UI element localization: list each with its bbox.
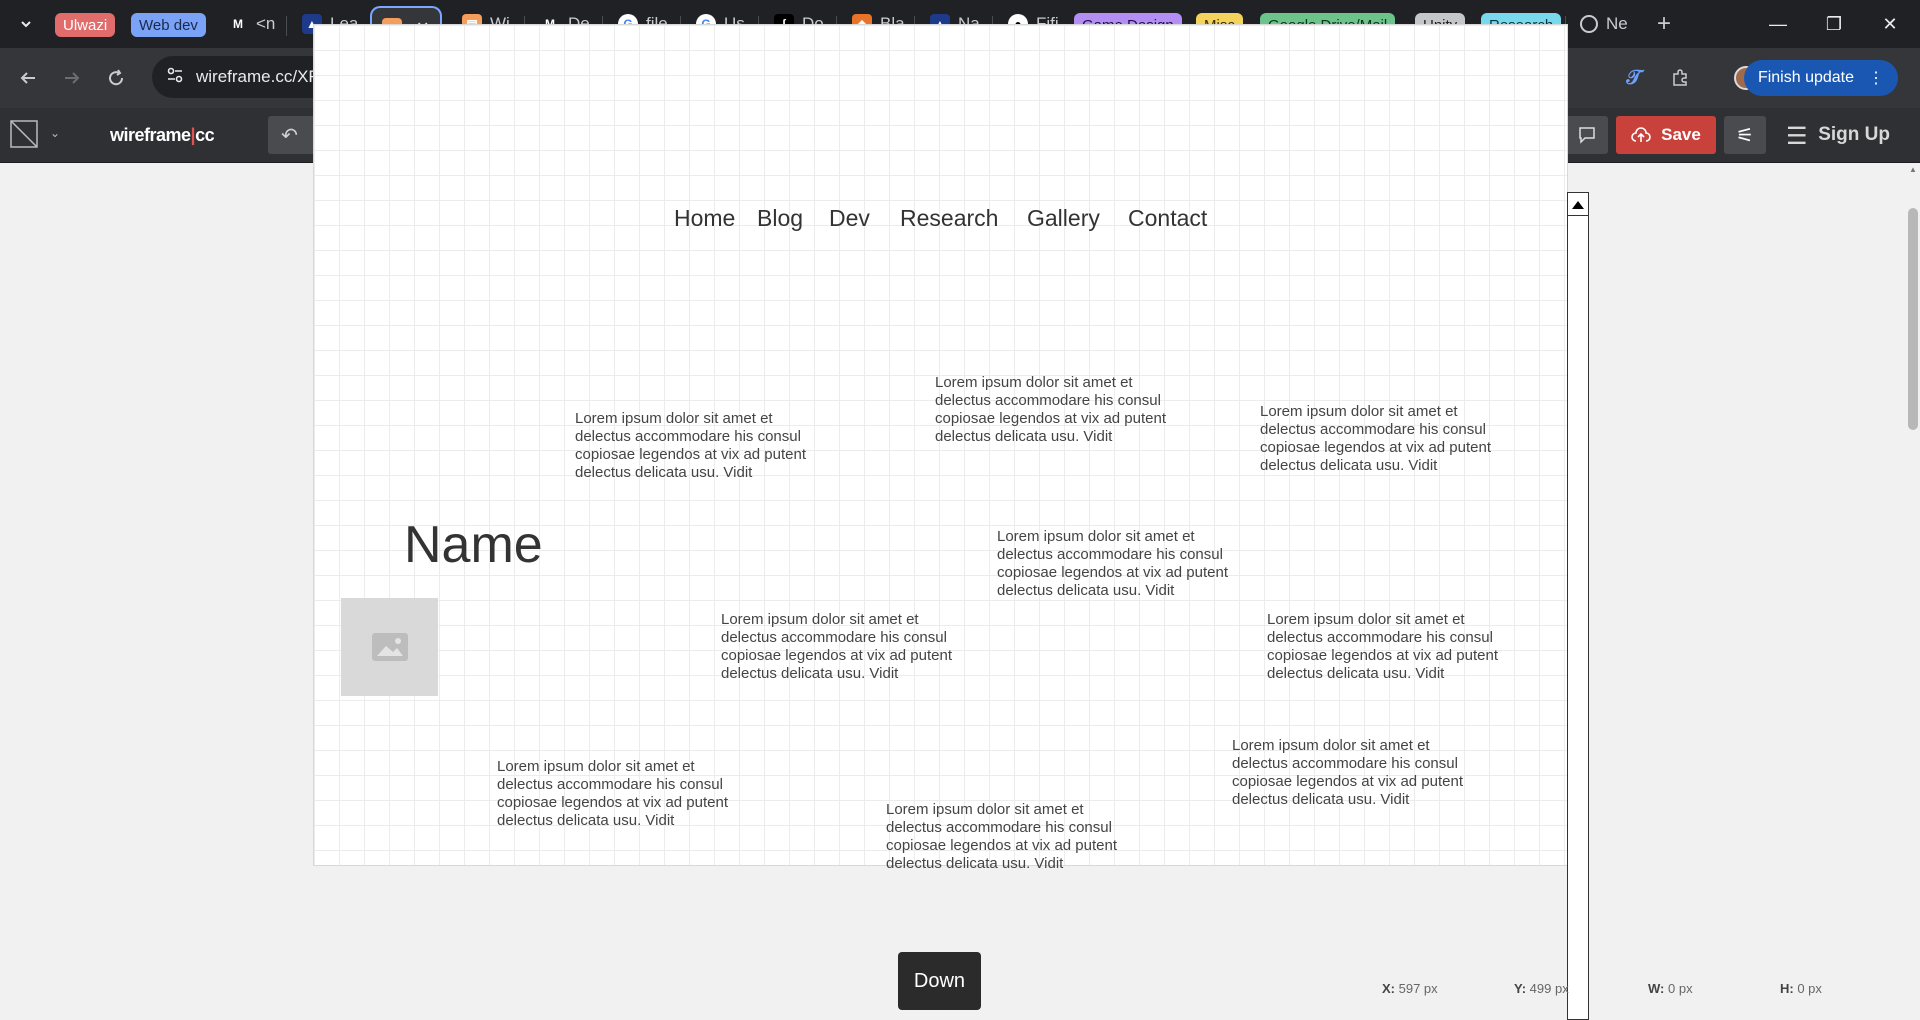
w-label: W:: [1648, 981, 1665, 996]
comment-icon: [1579, 127, 1595, 144]
wire-paragraph[interactable]: Lorem ipsum dolor sit amet et delectus a…: [886, 801, 1136, 873]
back-icon[interactable]: [10, 60, 46, 96]
close-window-icon[interactable]: ✕: [1862, 0, 1918, 48]
scroll-up-arrow-icon: [1572, 201, 1584, 209]
restore-icon[interactable]: ❐: [1806, 0, 1862, 48]
logo-text-suffix: cc: [195, 125, 215, 145]
wire-paragraph[interactable]: Lorem ipsum dolor sit amet et delectus a…: [997, 528, 1247, 600]
wire-paragraph[interactable]: Lorem ipsum dolor sit amet et delectus a…: [1260, 403, 1510, 475]
wire-nav-dev[interactable]: Dev: [829, 205, 870, 232]
wire-down-button[interactable]: Down: [898, 952, 981, 1010]
wire-paragraph[interactable]: Lorem ipsum dolor sit amet et delectus a…: [575, 410, 825, 482]
medium-icon: M: [233, 17, 243, 31]
browser-scrollbar[interactable]: ▲: [1906, 163, 1920, 1020]
x-value: 597 px: [1398, 981, 1438, 996]
wire-paragraph[interactable]: Lorem ipsum dolor sit amet et delectus a…: [1267, 611, 1517, 683]
logo-text: wireframe: [110, 125, 191, 145]
wire-paragraph[interactable]: Lorem ipsum dolor sit amet et delectus a…: [497, 758, 747, 830]
wire-paragraph[interactable]: Lorem ipsum dolor sit amet et delectus a…: [721, 611, 971, 683]
scroll-thumb[interactable]: [1908, 208, 1918, 430]
image-icon: [371, 633, 408, 661]
app-logo[interactable]: wireframe|cc: [110, 125, 215, 146]
scroll-up-icon[interactable]: ▲: [1909, 165, 1917, 174]
stencil-picker-icon[interactable]: [10, 120, 38, 148]
settings-sliders-button[interactable]: ⚟: [1724, 116, 1766, 154]
y-value: 499 px: [1529, 981, 1569, 996]
sign-up-link[interactable]: Sign Up: [1818, 124, 1890, 146]
extension-icon[interactable]: 𝒯: [1616, 60, 1652, 96]
wire-image-placeholder[interactable]: [341, 598, 438, 696]
h-label: H:: [1780, 981, 1794, 996]
more-menu-icon[interactable]: ⋮: [1868, 68, 1884, 88]
wire-nav-research[interactable]: Research: [900, 205, 998, 232]
y-label: Y:: [1514, 981, 1527, 996]
x-label: X:: [1382, 981, 1395, 996]
tab-search-icon[interactable]: [8, 6, 44, 42]
save-button[interactable]: Save: [1616, 116, 1716, 154]
tab-ne[interactable]: Ne: [1570, 6, 1652, 42]
site-info-icon[interactable]: [166, 66, 184, 89]
cloud-upload-icon: [1631, 127, 1651, 142]
coordinates-bar: X: 597 px Y: 499 px W: 0 px H: 0 px: [1370, 976, 1910, 1000]
wire-nav-home[interactable]: Home: [674, 205, 735, 232]
chrome-icon: [1580, 15, 1598, 33]
new-tab-icon[interactable]: +: [1646, 6, 1682, 42]
save-label: Save: [1661, 125, 1701, 144]
tab-label: <n: [256, 14, 276, 33]
finish-update-button[interactable]: Finish update ⋮: [1743, 60, 1898, 96]
tab-group-ulwazi[interactable]: Ulwazi: [55, 13, 116, 37]
chevron-down-icon[interactable]: ⌄: [50, 126, 60, 140]
wire-paragraph[interactable]: Lorem ipsum dolor sit amet et delectus a…: [1232, 737, 1482, 809]
extensions-puzzle-icon[interactable]: [1662, 60, 1698, 96]
wire-nav-contact[interactable]: Contact: [1128, 205, 1207, 232]
sliders-icon: ⚟: [1736, 124, 1754, 147]
tab-label: Ne: [1606, 14, 1628, 33]
wire-name-heading[interactable]: Name: [404, 515, 543, 575]
wire-nav-blog[interactable]: Blog: [757, 205, 803, 232]
finish-update-label: Finish update: [1757, 69, 1854, 86]
wire-paragraph[interactable]: Lorem ipsum dolor sit amet et delectus a…: [935, 374, 1185, 446]
hamburger-menu-icon[interactable]: ☰: [1786, 122, 1808, 151]
h-value: 0 px: [1797, 981, 1822, 996]
comment-button[interactable]: [1566, 116, 1608, 154]
undo-icon[interactable]: ↶: [268, 116, 311, 154]
reload-icon[interactable]: [98, 60, 134, 96]
minimize-icon[interactable]: —: [1750, 0, 1806, 48]
wire-scrollbar[interactable]: [1567, 192, 1589, 1020]
tab-group-webdev[interactable]: Web dev: [131, 13, 206, 37]
w-value: 0 px: [1668, 981, 1693, 996]
forward-icon[interactable]: [54, 60, 90, 96]
wire-nav-gallery[interactable]: Gallery: [1027, 205, 1100, 232]
